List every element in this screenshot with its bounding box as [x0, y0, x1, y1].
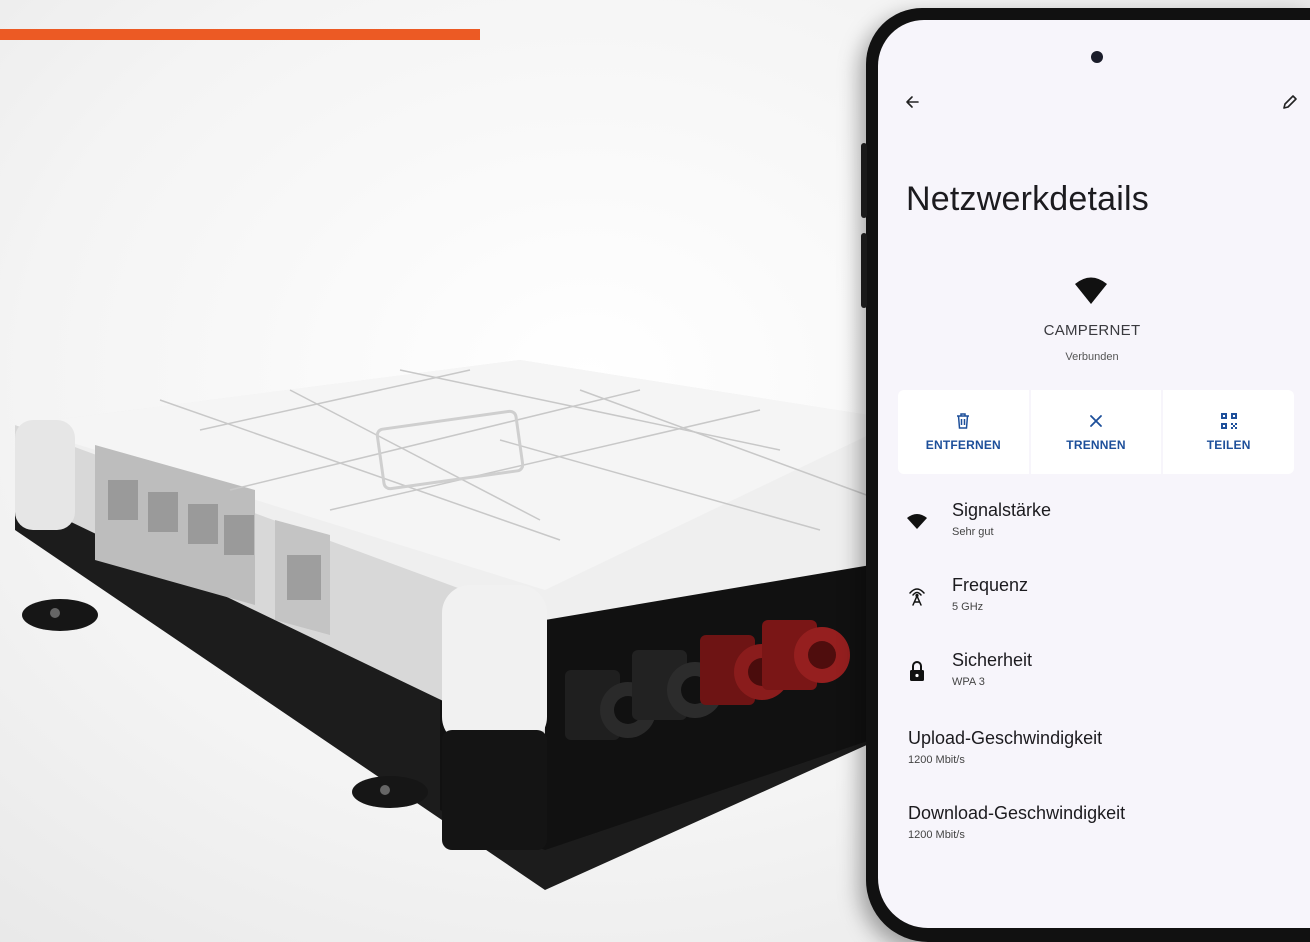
share-label: TEILEN — [1206, 438, 1251, 452]
disconnect-button[interactable]: TRENNEN — [1030, 390, 1162, 474]
antenna-icon — [909, 588, 925, 606]
signal-strength-title: Signalstärke — [952, 500, 1052, 520]
app-bar — [878, 82, 1310, 122]
upload-speed-value: 1200 Mbit/s — [908, 754, 965, 766]
phone-frame: Netzwerkdetails CAMPERNET Verbunden ENTF… — [861, 8, 1310, 942]
remove-label: ENTFERNEN — [925, 438, 1001, 452]
phone-screen: Netzwerkdetails CAMPERNET Verbunden ENTF… — [878, 20, 1310, 928]
wifi-icon — [1075, 277, 1107, 304]
signal-strength-value: Sehr gut — [952, 526, 994, 538]
security-title: Sicherheit — [952, 650, 1033, 670]
volume-down-button — [861, 233, 867, 308]
disconnect-label: TRENNEN — [1066, 438, 1126, 452]
front-camera — [1091, 51, 1103, 63]
network-status: Verbunden — [1065, 351, 1119, 363]
arrow-left-icon — [906, 96, 919, 108]
router-device-image — [15, 360, 900, 890]
qr-code-icon — [1220, 413, 1237, 429]
close-icon — [1090, 415, 1102, 427]
frequency-title: Frequenz — [952, 575, 1029, 595]
trash-icon — [957, 413, 970, 429]
download-speed-value: 1200 Mbit/s — [908, 829, 965, 841]
security-value: WPA 3 — [952, 676, 985, 688]
accent-bar — [0, 29, 480, 40]
security-row[interactable]: Sicherheit WPA 3 — [878, 650, 1310, 700]
share-button[interactable]: TEILEN — [1163, 390, 1295, 474]
volume-up-button — [861, 143, 867, 218]
wifi-icon — [907, 514, 927, 529]
upload-speed-row[interactable]: Upload-Geschwindigkeit 1200 Mbit/s — [878, 728, 1310, 778]
page-title: Netzwerkdetails — [906, 180, 1149, 218]
frequency-row[interactable]: Frequenz 5 GHz — [878, 575, 1310, 625]
download-speed-row[interactable]: Download-Geschwindigkeit 1200 Mbit/s — [878, 803, 1310, 853]
network-name: CAMPERNET — [1043, 322, 1141, 339]
remove-button[interactable]: ENTFERNEN — [898, 390, 1029, 474]
signal-strength-row[interactable]: Signalstärke Sehr gut — [878, 500, 1310, 550]
back-button[interactable] — [898, 88, 926, 116]
upload-speed-title: Upload-Geschwindigkeit — [908, 728, 1103, 748]
pencil-icon — [1283, 95, 1297, 109]
frequency-value: 5 GHz — [952, 601, 984, 613]
action-bar: ENTFERNEN TRENNEN TEILEN — [898, 390, 1295, 474]
edit-button[interactable] — [1276, 88, 1304, 116]
lock-icon — [910, 661, 924, 681]
download-speed-title: Download-Geschwindigkeit — [908, 803, 1126, 823]
